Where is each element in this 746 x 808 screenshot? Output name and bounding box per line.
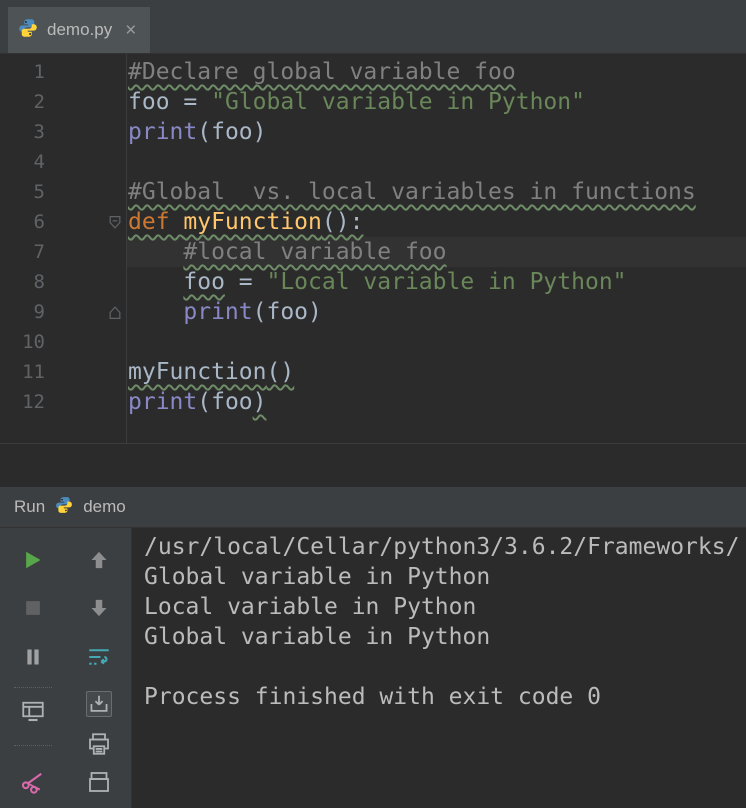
code-line[interactable]: 10 [0,327,746,357]
fold-collapse-icon[interactable] [45,207,125,237]
code-line[interactable]: 12 print(foo) [0,387,746,417]
run-toolbar-left [0,528,66,808]
fold-gutter [45,57,125,87]
line-number: 6 [0,207,45,237]
code-line[interactable]: 8 foo = "Local variable in Python" [0,267,746,297]
code-line[interactable]: 6 def myFunction(): [0,207,746,237]
console-line [144,652,746,682]
fold-gutter [45,327,125,357]
line-number: 1 [0,57,45,87]
run-config-name: demo [83,497,126,517]
pause-output-icon[interactable] [21,645,45,669]
code-text: def myFunction(): [128,207,363,237]
editor-lines: 1 #Declare global variable foo 2 foo = "Glo… [0,57,746,417]
python-icon [55,496,73,519]
toolbar-separator [14,687,52,689]
tab-demo-py[interactable]: demo.py × [8,7,150,53]
fold-gutter [45,117,125,147]
code-editor[interactable]: 1 #Declare global variable foo 2 foo = "Glo… [0,54,746,443]
code-line[interactable]: 3 print(foo) [0,117,746,147]
code-line-current[interactable]: 7 #local variable foo [0,237,746,267]
code-text: print(foo) [128,297,322,327]
line-number: 10 [0,327,45,357]
down-arrow-icon[interactable] [87,596,111,620]
fold-gutter [45,357,125,387]
scissors-icon[interactable] [21,770,45,794]
run-tool-window: /usr/local/Cellar/python3/3.6.2/Framewor… [0,528,746,808]
line-number: 2 [0,87,45,117]
line-number: 3 [0,117,45,147]
code-text: print(foo) [128,387,267,417]
run-tool-window-header[interactable]: Run demo [0,487,746,528]
code-text: #Declare global variable foo [128,57,516,87]
console-line: Local variable in Python [144,592,746,622]
console-lines: /usr/local/Cellar/python3/3.6.2/Framewor… [144,532,746,712]
code-line[interactable]: 2 foo = "Global variable in Python" [0,87,746,117]
code-text: foo = "Global variable in Python" [128,87,585,117]
up-arrow-icon[interactable] [87,548,111,572]
close-icon[interactable]: × [125,21,136,40]
line-number: 5 [0,177,45,207]
line-number: 7 [0,237,45,267]
soft-wrap-icon[interactable] [87,645,111,669]
console-line: Global variable in Python [144,622,746,652]
code-text: print(foo) [128,117,267,147]
clear-all-icon[interactable] [87,770,111,794]
stop-icon[interactable] [21,596,45,620]
console-line: Process finished with exit code 0 [144,682,746,712]
console-output[interactable]: /usr/local/Cellar/python3/3.6.2/Framewor… [132,528,746,808]
run-icon[interactable] [21,548,45,572]
line-number: 4 [0,147,45,177]
code-text: myFunction() [128,357,294,387]
fold-end-icon[interactable] [45,297,125,327]
pycharm-window: demo.py × 1#Declare global variable foo2… [0,0,746,808]
context-bar: myFunction() [0,443,746,487]
code-text: foo = "Local variable in Python" [128,267,627,297]
line-number: 8 [0,267,45,297]
code-line[interactable]: 1 #Declare global variable foo [0,57,746,87]
fold-gutter [45,177,125,207]
editor-tab-bar: demo.py × [0,0,746,54]
code-text: #Global vs. local variables in functions [128,177,696,207]
fold-gutter [45,147,125,177]
restore-layout-icon[interactable] [21,699,45,723]
print-icon[interactable] [87,732,111,756]
run-toolbar-right [66,528,132,808]
code-line[interactable]: 4 [0,147,746,177]
fold-gutter [45,87,125,117]
line-number: 12 [0,387,45,417]
python-icon [18,18,38,43]
code-line[interactable]: 11 myFunction() [0,357,746,387]
scroll-to-end-icon[interactable] [86,691,112,717]
fold-gutter [45,267,125,297]
toolbar-separator [14,745,52,747]
tab-label: demo.py [47,20,112,40]
code-text: #local variable foo [128,237,447,267]
code-line[interactable]: 5 #Global vs. local variables in function… [0,177,746,207]
run-label: Run [14,497,45,517]
console-line: /usr/local/Cellar/python3/3.6.2/Framewor… [144,532,746,562]
fold-gutter [45,237,125,267]
console-line: Global variable in Python [144,562,746,592]
code-line[interactable]: 9 print(foo) [0,297,746,327]
line-number: 9 [0,297,45,327]
fold-gutter [45,387,125,417]
line-number: 11 [0,357,45,387]
